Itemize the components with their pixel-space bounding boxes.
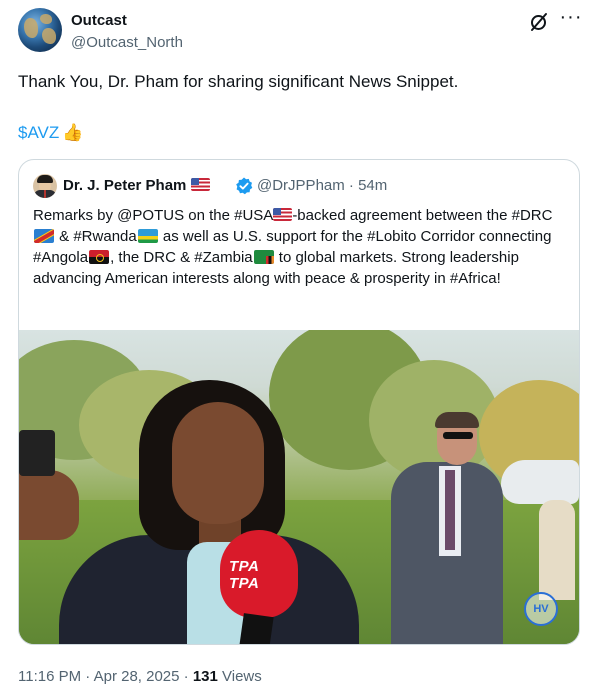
us-flag-icon (273, 208, 293, 221)
quoted-handle-time[interactable]: @DrJPPham · 54m (257, 176, 387, 196)
quoted-tweet-text: Remarks by @POTUS on the #USA -backed agr… (33, 207, 553, 287)
us-flag-icon (190, 178, 210, 191)
tweet-footer: 11:16 PM · Apr 28, 2025 · 131 Views (18, 667, 262, 687)
rwanda-flag-icon (137, 229, 158, 243)
drc-flag-icon (34, 229, 54, 243)
phone (19, 430, 55, 476)
helicopter (501, 460, 579, 504)
more-options-icon[interactable]: ··· (559, 7, 583, 30)
timestamp[interactable]: 11:16 PM · Apr 28, 2025 · (18, 668, 193, 685)
cashtag-line: $AVZ 👍 (18, 120, 83, 146)
tweet-text: Thank You, Dr. Pham for sharing signific… (18, 72, 459, 91)
thumbs-up-icon: 👍 (62, 123, 84, 142)
video-player[interactable]: TPA TPA HV (19, 330, 579, 644)
quoted-tweet[interactable]: Dr. J. Peter Pham @DrJPPham · 54m Remark… (18, 159, 580, 645)
quoted-tweet-header: Dr. J. Peter Pham @DrJPPham · 54m (33, 174, 573, 198)
views-label: Views (217, 668, 262, 685)
mic-label: TPA TPA (229, 558, 260, 592)
cashtag-link[interactable]: $AVZ (18, 123, 59, 142)
zambia-flag-icon (253, 250, 274, 264)
author-handle[interactable]: @Outcast_North (71, 33, 183, 53)
author-name[interactable]: Outcast (71, 11, 127, 31)
quoted-author-avatar[interactable] (33, 174, 57, 198)
quoted-author-name-text: Dr. J. Peter Pham (63, 177, 187, 194)
author-avatar[interactable] (18, 8, 62, 52)
tweet-header: Outcast @Outcast_North ··· (18, 7, 583, 54)
verified-badge-icon (236, 177, 253, 195)
views-count: 131 (192, 668, 218, 685)
grok-icon[interactable] (529, 12, 549, 32)
angola-flag-icon (89, 250, 110, 264)
quoted-author-name[interactable]: Dr. J. Peter Pham (63, 176, 210, 196)
hv-watermark-logo: HV (524, 592, 558, 626)
